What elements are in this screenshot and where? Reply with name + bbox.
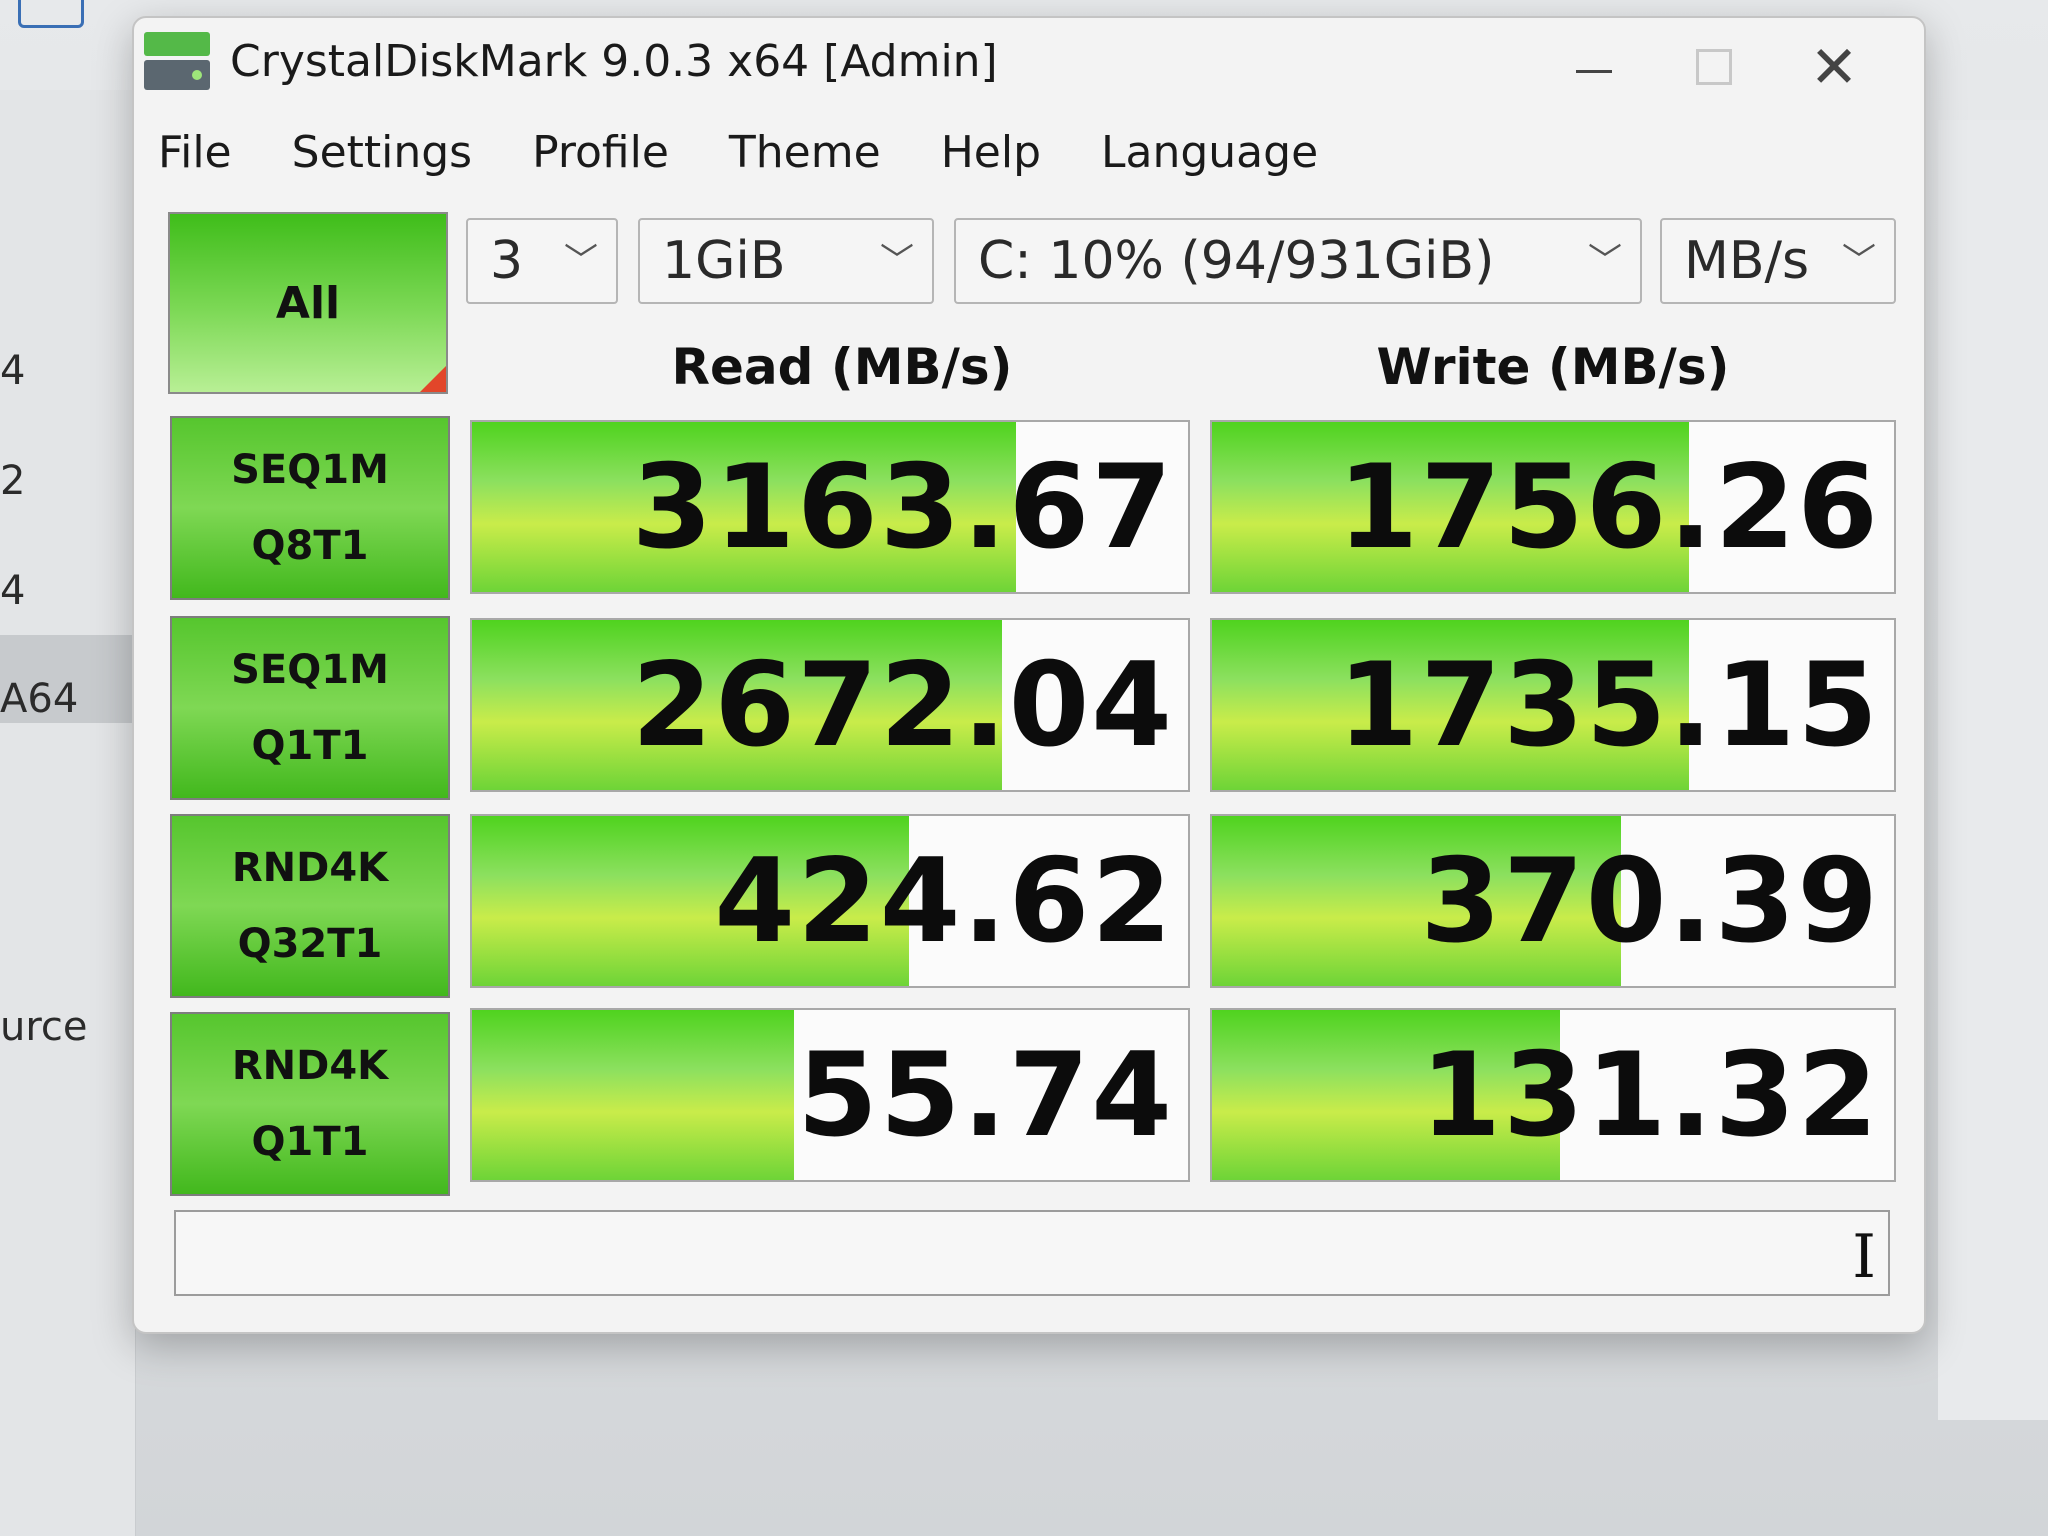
write-result-cell: 131.32 (1210, 1008, 1896, 1182)
close-icon: ✕ (1809, 33, 1859, 101)
menu-help[interactable]: Help (911, 118, 1071, 188)
chevron-down-icon: ﹀ (1588, 241, 1622, 281)
minimize-button[interactable] (1544, 32, 1644, 102)
crystaldiskmark-window: CrystalDiskMark 9.0.3 x64 [Admin] ✕ File… (132, 16, 1926, 1334)
test-button-rnd4k-q1t1[interactable]: RND4K Q1T1 (170, 1012, 450, 1196)
chevron-down-icon: ﹀ (1842, 241, 1876, 281)
write-column-header: Write (MB/s) (1376, 338, 1730, 396)
background-text-fragment: 4 (0, 348, 26, 394)
read-score-bar (472, 1010, 795, 1180)
menu-profile[interactable]: Profile (502, 118, 699, 188)
test-size-select[interactable]: 1GiB ﹀ (638, 218, 934, 304)
background-right-strip (1938, 120, 2048, 1420)
comment-field[interactable]: I (174, 1210, 1890, 1296)
read-result-cell: 55.74 (470, 1008, 1190, 1182)
write-score-value: 131.32 (1420, 1027, 1880, 1163)
test-params: Q1T1 (251, 723, 369, 769)
maximize-icon (1696, 49, 1732, 85)
read-result-cell: 424.62 (470, 814, 1190, 988)
test-params: Q1T1 (251, 1119, 369, 1165)
run-all-button[interactable]: All (168, 212, 448, 394)
read-score-value: 3163.67 (631, 439, 1174, 575)
write-result-cell: 1756.26 (1210, 420, 1896, 594)
menu-language[interactable]: Language (1071, 118, 1348, 188)
background-sidebar (0, 90, 136, 1536)
run-all-label: All (275, 277, 341, 329)
read-result-cell: 2672.04 (470, 618, 1190, 792)
minimize-icon (1576, 69, 1612, 73)
read-score-value: 55.74 (797, 1027, 1174, 1163)
write-result-cell: 1735.15 (1210, 618, 1896, 792)
background-text-fragment: 4 (0, 568, 26, 614)
background-app-icon (18, 0, 84, 28)
write-score-value: 370.39 (1420, 833, 1880, 969)
test-button-seq1m-q8t1[interactable]: SEQ1M Q8T1 (170, 416, 450, 600)
disk-app-icon (144, 32, 210, 94)
menu-file[interactable]: File (158, 118, 262, 188)
title-bar[interactable]: CrystalDiskMark 9.0.3 x64 [Admin] ✕ (134, 18, 1924, 118)
text-cursor-icon: I (1852, 1222, 1876, 1292)
test-name: RND4K (231, 845, 389, 891)
drive-value: C: 10% (94/931GiB) (978, 231, 1495, 291)
read-score-value: 424.62 (714, 833, 1174, 969)
status-corner-icon (420, 366, 446, 392)
background-text-fragment: A64 (0, 676, 79, 722)
test-button-seq1m-q1t1[interactable]: SEQ1M Q1T1 (170, 616, 450, 800)
drive-select[interactable]: C: 10% (94/931GiB) ﹀ (954, 218, 1642, 304)
read-score-value: 2672.04 (631, 637, 1174, 773)
background-text-fragment: 2 (0, 458, 26, 504)
background-text-fragment: urce (0, 1004, 88, 1050)
menu-theme[interactable]: Theme (699, 118, 911, 188)
menu-settings[interactable]: Settings (262, 118, 502, 188)
test-count-select[interactable]: 3 ﹀ (466, 218, 618, 304)
close-button[interactable]: ✕ (1784, 32, 1884, 102)
write-result-cell: 370.39 (1210, 814, 1896, 988)
test-name: RND4K (231, 1043, 389, 1089)
test-count-value: 3 (490, 231, 524, 291)
maximize-button[interactable] (1664, 32, 1764, 102)
test-params: Q8T1 (251, 523, 369, 569)
menu-bar: File Settings Profile Theme Help Languag… (158, 118, 1348, 188)
test-name: SEQ1M (231, 447, 389, 493)
write-score-value: 1756.26 (1337, 439, 1880, 575)
chevron-down-icon: ﹀ (564, 241, 598, 281)
unit-select[interactable]: MB/s ﹀ (1660, 218, 1896, 304)
window-title: CrystalDiskMark 9.0.3 x64 [Admin] (230, 36, 998, 87)
chevron-down-icon: ﹀ (880, 241, 914, 281)
write-score-value: 1735.15 (1337, 637, 1880, 773)
test-size-value: 1GiB (662, 231, 786, 291)
test-params: Q32T1 (237, 921, 383, 967)
test-name: SEQ1M (231, 647, 389, 693)
unit-value: MB/s (1684, 231, 1810, 291)
test-button-rnd4k-q32t1[interactable]: RND4K Q32T1 (170, 814, 450, 998)
read-result-cell: 3163.67 (470, 420, 1190, 594)
read-column-header: Read (MB/s) (671, 338, 1013, 396)
